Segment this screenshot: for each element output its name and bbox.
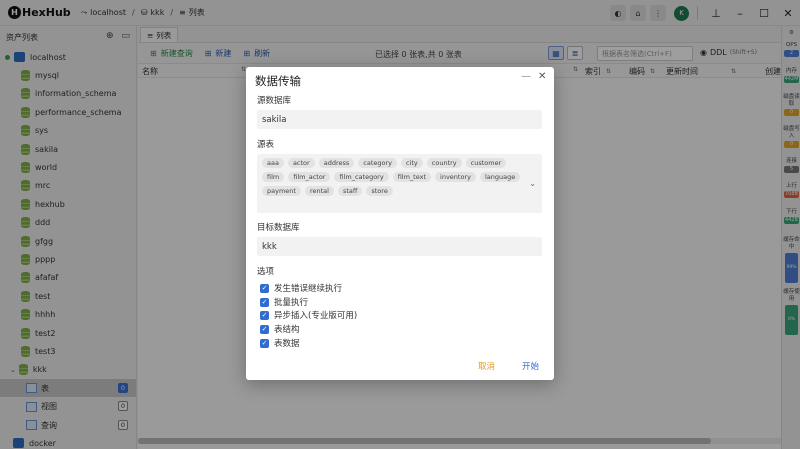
- checkbox-checked-icon[interactable]: ✓: [260, 283, 269, 293]
- table-tag[interactable]: address: [318, 158, 355, 168]
- table-tag[interactable]: payment: [262, 186, 301, 196]
- table-tag[interactable]: store: [366, 186, 393, 196]
- start-button[interactable]: 开始: [522, 360, 539, 372]
- table-tag[interactable]: city: [401, 158, 423, 168]
- checkbox-checked-icon[interactable]: ✓: [260, 297, 269, 307]
- table-tag[interactable]: film: [262, 172, 285, 182]
- table-tag[interactable]: film_text: [392, 172, 432, 182]
- table-tag[interactable]: inventory: [435, 172, 476, 182]
- table-tag[interactable]: actor: [287, 158, 315, 168]
- checkbox-checked-icon[interactable]: ✓: [260, 310, 269, 320]
- source-tables-select[interactable]: aaa actor address category city country custom…: [257, 154, 542, 213]
- chevron-down-icon[interactable]: ⌄: [529, 179, 536, 188]
- data-transfer-dialog: 数据传输 — ✕ 源数据库 sakila 源表 aaa actor address c…: [246, 67, 554, 380]
- table-tag[interactable]: customer: [465, 158, 507, 168]
- table-tag[interactable]: country: [426, 158, 462, 168]
- option-continue-on-error[interactable]: ✓ 发生错误继续执行: [260, 282, 342, 294]
- minimize-icon[interactable]: —: [521, 71, 531, 82]
- checkbox-checked-icon[interactable]: ✓: [260, 324, 269, 334]
- source-tables-label: 源表: [257, 140, 275, 150]
- table-tag[interactable]: language: [479, 172, 521, 182]
- option-async-insert[interactable]: ✓ 异步插入(专业版可用): [260, 309, 357, 321]
- checkbox-checked-icon[interactable]: ✓: [260, 338, 269, 348]
- source-db-select[interactable]: sakila: [257, 110, 542, 129]
- option-batch-execute[interactable]: ✓ 批量执行: [260, 296, 308, 308]
- table-tag[interactable]: aaa: [262, 158, 284, 168]
- close-icon[interactable]: ✕: [538, 71, 546, 82]
- cancel-button[interactable]: 取消: [478, 360, 495, 372]
- dialog-title: 数据传输: [255, 74, 301, 88]
- table-tag[interactable]: category: [358, 158, 397, 168]
- target-db-select[interactable]: kkk: [257, 237, 542, 256]
- table-tag[interactable]: film_category: [334, 172, 389, 182]
- table-tag[interactable]: rental: [304, 186, 334, 196]
- source-db-label: 源数据库: [257, 96, 292, 106]
- target-db-label: 目标数据库: [257, 223, 300, 233]
- option-table-data[interactable]: ✓ 表数据: [260, 337, 300, 349]
- options-label: 选项: [257, 267, 275, 277]
- table-tag[interactable]: staff: [337, 186, 363, 196]
- option-table-structure[interactable]: ✓ 表结构: [260, 323, 300, 335]
- table-tag[interactable]: film_actor: [288, 172, 331, 182]
